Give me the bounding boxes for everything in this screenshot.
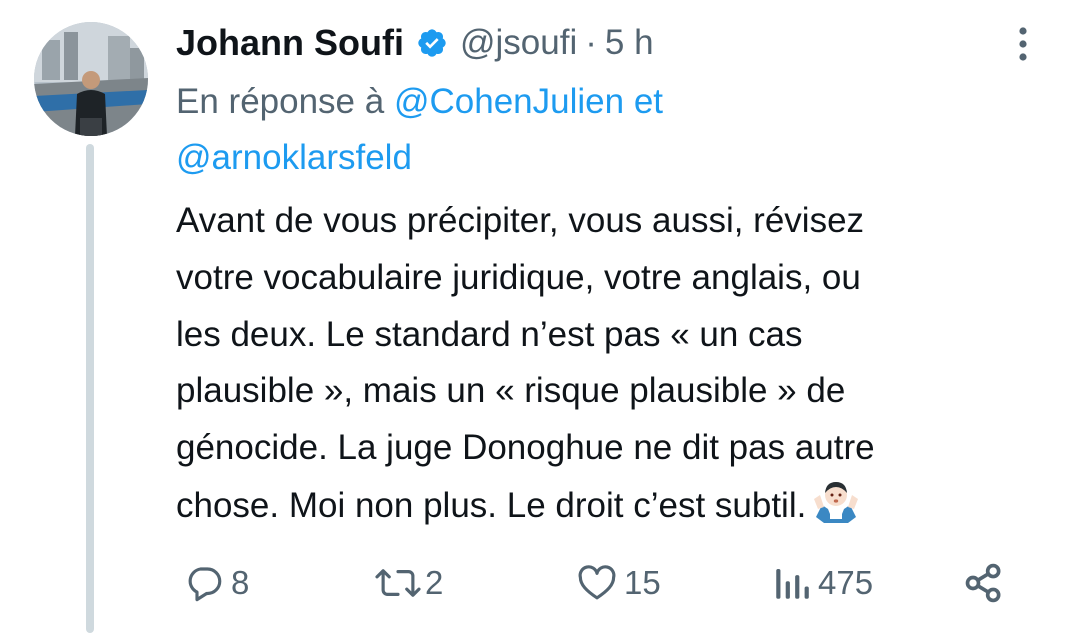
reply-connector: et	[633, 82, 664, 121]
avatar-photo	[34, 22, 148, 136]
more-options-icon[interactable]	[1008, 24, 1038, 64]
verified-badge-icon	[416, 27, 448, 59]
avatar[interactable]	[34, 22, 148, 136]
like-icon	[578, 565, 616, 600]
views-button[interactable]: 475	[772, 558, 873, 608]
tweet-header: Johann Soufi @jsoufi · 5 h	[176, 18, 654, 68]
reply-icon	[188, 567, 222, 602]
reply-count: 8	[231, 564, 250, 601]
reply-button[interactable]: 8	[183, 558, 249, 608]
reply-mention-arnoklarsfeld[interactable]: @arnoklarsfeld	[176, 138, 412, 177]
header-separator: ·	[585, 23, 597, 62]
share-button[interactable]	[962, 558, 1006, 608]
display-name[interactable]: Johann Soufi	[176, 22, 404, 64]
like-count: 15	[624, 564, 661, 601]
timestamp[interactable]: 5 h	[605, 23, 654, 63]
views-icon	[776, 569, 809, 599]
retweet-button[interactable]: 2	[371, 558, 443, 608]
reply-mention-cohenjulien[interactable]: @CohenJulien	[394, 82, 624, 121]
reply-prefix: En réponse à	[176, 82, 385, 121]
retweet-count: 2	[425, 564, 444, 601]
tweet-body: Avant de vous précipiter, vous aussi, ré…	[176, 193, 1036, 535]
action-bar: 8 2 15 475	[0, 558, 1067, 608]
like-button[interactable]: 15	[576, 558, 661, 608]
share-icon	[965, 563, 1001, 603]
man-shrugging-emoji	[812, 477, 860, 525]
view-count: 475	[818, 564, 874, 601]
reply-context: En réponse à @CohenJulien et @arnoklarsf…	[176, 74, 996, 186]
retweet-icon	[375, 569, 421, 597]
tweet-text: Avant de vous précipiter, vous aussi, ré…	[176, 201, 875, 525]
handle[interactable]: @jsoufi	[460, 23, 577, 63]
